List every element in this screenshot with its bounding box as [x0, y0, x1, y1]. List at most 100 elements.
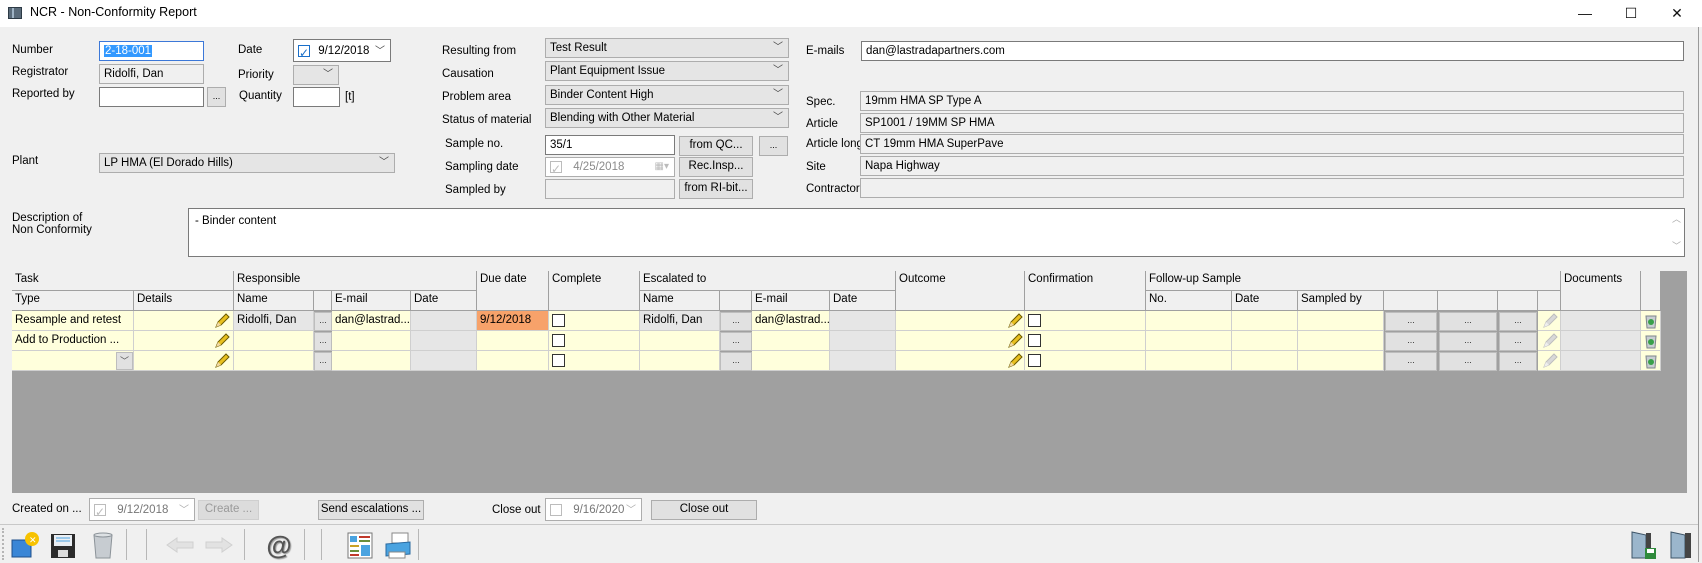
report-icon[interactable] [345, 530, 375, 560]
cell-documents[interactable] [1561, 331, 1641, 351]
complete-checkbox[interactable] [552, 334, 565, 347]
resp-browse-button[interactable]: ... [314, 332, 332, 351]
cell-outcome[interactable] [896, 351, 1025, 371]
fu-browse-button-3[interactable]: ... [1499, 312, 1537, 331]
reported-by-browse-button[interactable]: ... [207, 87, 226, 107]
delete-row-icon[interactable] [1643, 313, 1659, 329]
close-out-date-picker[interactable]: 9/16/2020 ﹀ [545, 498, 642, 521]
exit-icon[interactable] [1667, 530, 1697, 560]
cell-outcome[interactable] [896, 331, 1025, 351]
created-on-picker[interactable]: ✓ 9/12/2018 ﹀ [89, 498, 195, 521]
email-icon[interactable]: @ [264, 530, 294, 560]
esc-browse-button[interactable]: ... [720, 352, 752, 371]
header-esc-email[interactable]: E-mail [752, 291, 830, 311]
fu-browse-button-1[interactable]: ... [1385, 312, 1437, 331]
header-fu-no[interactable]: No. [1146, 291, 1232, 311]
back-arrow-icon[interactable] [165, 530, 195, 560]
priority-select[interactable]: ﹀ [293, 65, 339, 85]
header-documents[interactable]: Documents [1561, 271, 1641, 311]
fu-browse-button-2[interactable]: ... [1439, 352, 1497, 371]
cell-documents[interactable] [1561, 311, 1641, 331]
header-fu-date[interactable]: Date [1232, 291, 1298, 311]
pencil-icon[interactable] [1007, 333, 1023, 349]
description-textarea[interactable]: - Binder content ︿ ﹀ [188, 208, 1685, 257]
plant-select[interactable]: LP HMA (El Dorado Hills) ﹀ [99, 153, 395, 173]
scroll-down-icon[interactable]: ﹀ [1672, 238, 1681, 254]
save-and-exit-icon[interactable] [1628, 530, 1658, 560]
pencil-icon[interactable] [214, 313, 230, 329]
complete-checkbox[interactable] [552, 314, 565, 327]
pencil-icon[interactable] [214, 333, 230, 349]
reported-by-input[interactable] [99, 87, 204, 107]
header-esc-name[interactable]: Name [640, 291, 720, 311]
rec-insp-button[interactable]: Rec.Insp... [679, 157, 753, 177]
cell-due-date[interactable] [477, 331, 549, 351]
header-resp-name[interactable]: Name [234, 291, 314, 311]
causation-select[interactable]: Plant Equipment Issue ﹀ [545, 61, 789, 81]
esc-browse-button[interactable]: ... [720, 312, 752, 331]
delete-icon[interactable] [88, 530, 118, 560]
cell-type[interactable]: Resample and retest [12, 311, 134, 331]
resp-browse-button[interactable]: ... [314, 352, 332, 371]
fu-browse-button-3[interactable]: ... [1499, 332, 1537, 351]
print-icon[interactable] [383, 530, 413, 560]
cell-due-date[interactable]: 9/12/2018 [477, 311, 549, 331]
delete-row-icon[interactable] [1643, 353, 1659, 369]
cell-due-date[interactable] [477, 351, 549, 371]
header-due-date[interactable]: Due date [477, 271, 549, 311]
header-resp-email[interactable]: E-mail [332, 291, 411, 311]
header-outcome[interactable]: Outcome [896, 271, 1025, 311]
cell-documents[interactable] [1561, 351, 1641, 371]
pencil-icon[interactable] [1542, 333, 1558, 349]
complete-checkbox[interactable] [552, 354, 565, 367]
fu-browse-button-2[interactable]: ... [1439, 312, 1497, 331]
close-out-button[interactable]: Close out [651, 500, 757, 520]
resulting-from-select[interactable]: Test Result ﹀ [545, 38, 789, 58]
sampling-date-checkbox[interactable]: ✓ [550, 160, 562, 175]
number-input[interactable]: 2-18-001 [99, 41, 204, 61]
header-esc-date[interactable]: Date [830, 291, 896, 311]
from-ri-bit-button[interactable]: from RI-bit... [679, 179, 753, 199]
header-type[interactable]: Type [12, 291, 134, 311]
confirmation-checkbox[interactable] [1028, 314, 1041, 327]
confirmation-checkbox[interactable] [1028, 334, 1041, 347]
sample-browse-button[interactable]: ... [759, 136, 788, 156]
date-picker[interactable]: ✓ 9/12/2018 ﹀ [293, 39, 391, 62]
scroll-up-icon[interactable]: ︿ [1672, 211, 1681, 227]
problem-area-select[interactable]: Binder Content High ﹀ [545, 85, 789, 105]
forward-arrow-icon[interactable] [204, 530, 234, 560]
toolbar-grip[interactable] [2, 528, 4, 560]
header-details[interactable]: Details [134, 291, 234, 311]
delete-row-icon[interactable] [1643, 333, 1659, 349]
pencil-icon[interactable] [1542, 353, 1558, 369]
from-qc-button[interactable]: from QC... [679, 136, 753, 156]
fu-browse-button-2[interactable]: ... [1439, 332, 1497, 351]
confirmation-checkbox[interactable] [1028, 354, 1041, 367]
close-out-checkbox[interactable] [550, 503, 562, 516]
quantity-input[interactable] [293, 87, 340, 107]
sample-no-input[interactable]: 35/1 [545, 135, 675, 155]
resp-browse-button[interactable]: ... [314, 312, 332, 331]
pencil-icon[interactable] [214, 353, 230, 369]
header-complete[interactable]: Complete [549, 271, 640, 311]
save-icon[interactable] [48, 530, 78, 560]
minimize-button[interactable]: — [1562, 0, 1608, 27]
header-resp-date[interactable]: Date [411, 291, 477, 311]
fu-browse-button-1[interactable]: ... [1385, 352, 1437, 371]
close-button[interactable]: ✕ [1654, 0, 1700, 27]
header-confirmation[interactable]: Confirmation [1025, 271, 1146, 311]
sampling-date-picker[interactable]: ✓ 4/25/2018 ▦▾ [545, 157, 675, 177]
pencil-icon[interactable] [1542, 313, 1558, 329]
created-on-checkbox[interactable]: ✓ [94, 503, 106, 518]
fu-browse-button-1[interactable]: ... [1385, 332, 1437, 351]
fu-browse-button-3[interactable]: ... [1499, 352, 1537, 371]
send-escalations-button[interactable]: Send escalations ... [318, 500, 424, 520]
esc-browse-button[interactable]: ... [720, 332, 752, 351]
date-checkbox[interactable]: ✓ [298, 44, 310, 59]
maximize-button[interactable]: ☐ [1608, 0, 1654, 27]
type-dropdown-chevron-icon[interactable]: ﹀ [116, 352, 133, 370]
create-button[interactable]: Create ... [198, 500, 259, 520]
new-icon[interactable]: ✕ [10, 530, 40, 560]
cell-outcome[interactable] [896, 311, 1025, 331]
header-fu-sampled-by[interactable]: Sampled by [1298, 291, 1384, 311]
